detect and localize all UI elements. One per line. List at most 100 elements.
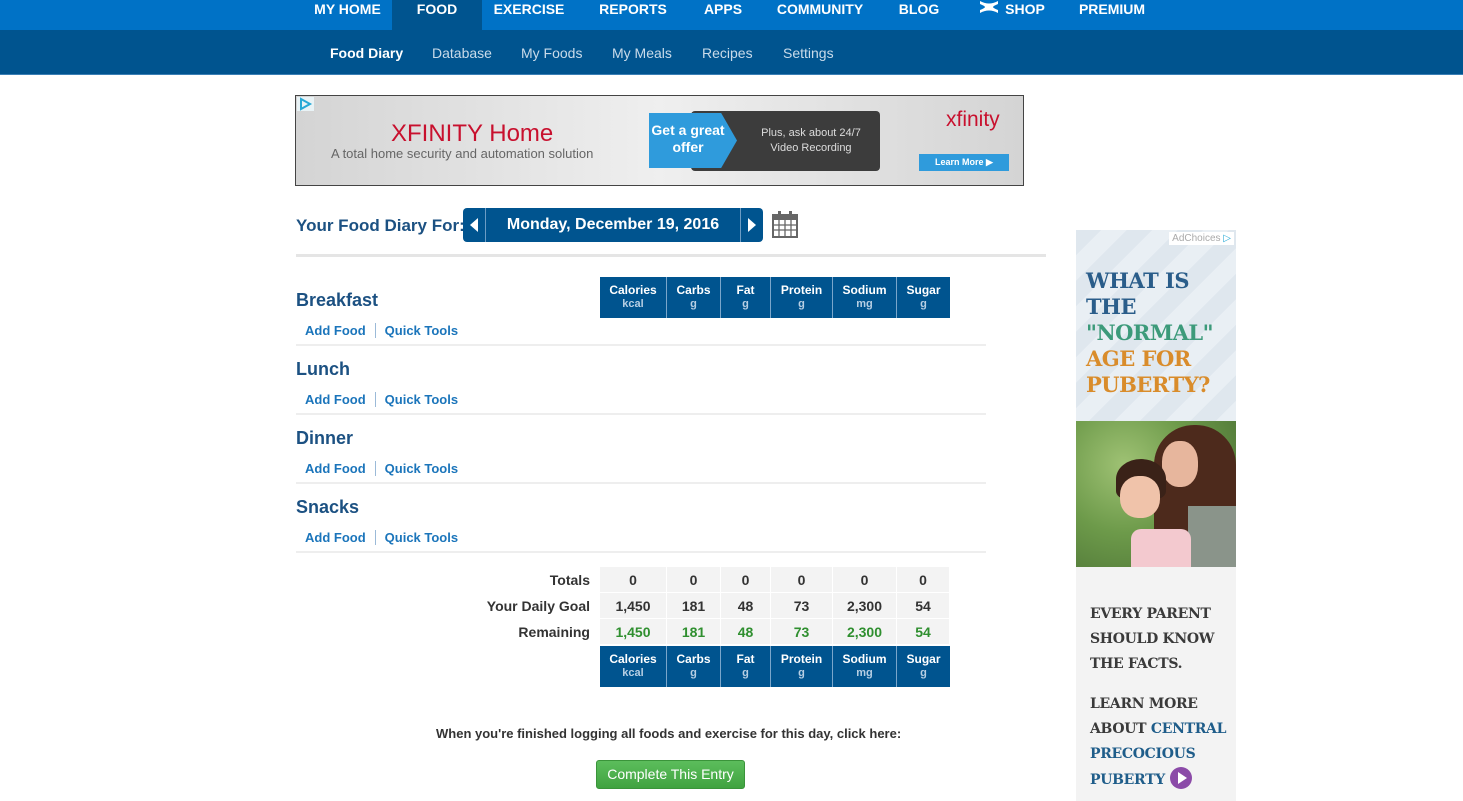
column-header-protein: Protein g xyxy=(771,277,833,318)
meal-actions: Add Food Quick Tools xyxy=(305,530,458,545)
meal-title: Snacks xyxy=(296,497,360,517)
column-footer-sugar: Sugar g xyxy=(897,646,950,687)
goal-protein: 73 xyxy=(771,593,833,619)
column-footer-calories: Calories kcal xyxy=(600,646,667,687)
meal-divider xyxy=(296,344,986,346)
column-footer-protein: Protein g xyxy=(771,646,833,687)
meal-actions: Add Food Quick Tools xyxy=(305,323,458,338)
meal-title: Breakfast xyxy=(296,290,379,310)
ad-subtitle: A total home security and automation sol… xyxy=(331,146,594,161)
finish-instruction: When you're finished logging all foods a… xyxy=(436,726,902,741)
quick-tools-link[interactable]: Quick Tools xyxy=(385,530,458,545)
adchoices-icon[interactable] xyxy=(297,97,314,111)
remaining-sodium: 2,300 xyxy=(833,619,897,645)
remaining-carbs: 181 xyxy=(667,619,721,645)
meal-divider xyxy=(296,482,986,484)
add-food-link[interactable]: Add Food xyxy=(305,530,366,545)
daily-goal-row: Your Daily Goal 1,450 181 48 73 2,300 54 xyxy=(400,593,950,619)
column-header-fat: Fat g xyxy=(721,277,771,318)
link-separator xyxy=(374,461,376,476)
subnav-settings[interactable]: Settings xyxy=(783,45,834,61)
adchoices-link[interactable]: AdChoices ▷ xyxy=(1169,232,1234,245)
play-icon[interactable] xyxy=(1169,767,1192,789)
column-header-sugar: Sugar g xyxy=(897,277,950,318)
under-armour-logo-icon xyxy=(979,0,999,18)
add-food-link[interactable]: Add Food xyxy=(305,392,366,407)
ad-title: XFINITY Home xyxy=(391,120,554,147)
nav-label: EXERCISE xyxy=(493,1,565,17)
totals-carbs: 0 xyxy=(667,567,721,593)
meal-title: Lunch xyxy=(296,359,350,379)
goal-sugar: 54 xyxy=(897,593,950,619)
complete-entry-button[interactable]: Complete This Entry xyxy=(596,760,745,789)
meal-title: Dinner xyxy=(296,428,354,448)
nav-label: MY HOME xyxy=(314,1,381,17)
meal-actions: Add Food Quick Tools xyxy=(305,392,458,407)
row-label: Totals xyxy=(549,572,590,588)
ad-offer: Get a great offer xyxy=(649,113,737,168)
subnav-food-diary[interactable]: Food Diary xyxy=(330,45,403,61)
nav-premium[interactable]: PREMIUM xyxy=(1070,0,1154,30)
subnav-my-foods[interactable]: My Foods xyxy=(521,45,582,61)
nav-shop[interactable]: SHOP xyxy=(972,0,1052,30)
remaining-protein: 73 xyxy=(771,619,833,645)
totals-protein: 0 xyxy=(771,567,833,593)
ad-learn-more-button[interactable]: Learn More ▶ xyxy=(919,154,1009,171)
goal-sodium: 2,300 xyxy=(833,593,897,619)
quick-tools-link[interactable]: Quick Tools xyxy=(385,461,458,476)
calendar-icon[interactable] xyxy=(772,210,798,238)
goal-fat: 48 xyxy=(721,593,771,619)
nutrient-column-footers: Calories kcal Carbs g Fat g Protein g Sodium… xyxy=(600,646,950,687)
next-day-button[interactable] xyxy=(740,208,763,242)
totals-calories: 0 xyxy=(600,567,667,593)
subnav-database[interactable]: Database xyxy=(432,45,492,61)
row-label: Your Daily Goal xyxy=(486,598,590,614)
subnav-my-meals[interactable]: My Meals xyxy=(612,45,672,61)
nav-exercise[interactable]: EXERCISE xyxy=(482,0,576,30)
adchoices-icon: ▷ xyxy=(1223,233,1231,244)
quick-tools-link[interactable]: Quick Tools xyxy=(385,392,458,407)
nav-label: FOOD xyxy=(416,1,458,17)
ad-body-text: EVERY PARENT SHOULD KNOW THE FACTS. xyxy=(1090,606,1215,672)
nav-label: SHOP xyxy=(1005,1,1045,17)
quick-tools-link[interactable]: Quick Tools xyxy=(385,323,458,338)
subnav-recipes[interactable]: Recipes xyxy=(702,45,753,61)
add-food-link[interactable]: Add Food xyxy=(305,323,366,338)
remaining-row: Remaining 1,450 181 48 73 2,300 54 xyxy=(400,619,950,645)
goal-calories: 1,450 xyxy=(600,593,667,619)
row-label: Remaining xyxy=(518,624,590,640)
totals-sodium: 0 xyxy=(833,567,897,593)
xfinity-ad-banner[interactable]: XFINITY Home A total home security and a… xyxy=(295,95,1024,186)
meal-divider xyxy=(296,551,986,553)
column-header-sodium: Sodium mg xyxy=(833,277,897,318)
nav-food[interactable]: FOOD xyxy=(392,0,482,30)
column-footer-fat: Fat g xyxy=(721,646,771,687)
ad-body: EVERY PARENT SHOULD KNOW THE FACTS. LEAR… xyxy=(1090,602,1230,801)
previous-day-button[interactable] xyxy=(463,208,486,242)
nav-my-home[interactable]: MY HOME xyxy=(303,0,392,30)
nav-label: PREMIUM xyxy=(1078,1,1146,17)
nav-community[interactable]: COMMUNITY xyxy=(768,0,872,30)
nav-blog[interactable]: BLOG xyxy=(890,0,948,30)
totals-fat: 0 xyxy=(721,567,771,593)
ad-photo-mother-daughter xyxy=(1076,421,1236,567)
remaining-sugar: 54 xyxy=(897,619,950,645)
column-footer-sodium: Sodium mg xyxy=(833,646,897,687)
nav-apps[interactable]: APPS xyxy=(694,0,752,30)
nav-label: COMMUNITY xyxy=(776,1,864,17)
nav-label: BLOG xyxy=(898,1,940,17)
goal-carbs: 181 xyxy=(667,593,721,619)
puberty-side-ad[interactable]: AdChoices ▷ WHAT IS THE "NORMAL" AGE FOR… xyxy=(1076,230,1236,801)
link-separator xyxy=(374,530,376,545)
top-nav: MY HOME FOOD EXERCISE REPORTS APPS COMMU… xyxy=(0,0,1463,30)
current-date[interactable]: Monday, December 19, 2016 xyxy=(487,216,739,234)
totals-sugar: 0 xyxy=(897,567,950,593)
meal-divider xyxy=(296,413,986,415)
sub-nav: Food Diary Database My Foods My Meals Re… xyxy=(0,30,1463,75)
nutrient-column-headers: Calories kcal Carbs g Fat g Protein g Sodium… xyxy=(600,277,950,318)
nav-label: REPORTS xyxy=(599,1,667,17)
nav-reports[interactable]: REPORTS xyxy=(590,0,676,30)
diary-label: Your Food Diary For: xyxy=(296,216,465,235)
add-food-link[interactable]: Add Food xyxy=(305,461,366,476)
ad-offer-text: Get a great offer xyxy=(651,122,725,155)
